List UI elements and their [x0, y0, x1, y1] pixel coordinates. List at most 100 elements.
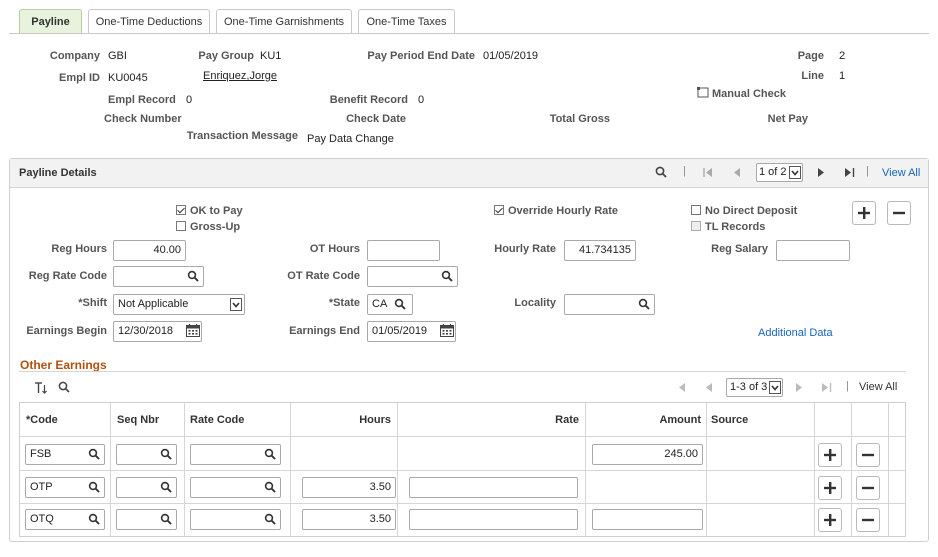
first-page-icon[interactable] [679, 383, 686, 392]
empl-record-value: 0 [186, 94, 193, 106]
net-pay-label: Net Pay [767, 113, 808, 125]
state-input[interactable]: CA [367, 294, 413, 315]
hours-input[interactable]: 3.50 [302, 509, 396, 530]
pay-period-label: Pay Period End Date [367, 50, 475, 62]
locality-label: Locality [514, 297, 556, 309]
view-all-link[interactable]: View All [882, 167, 920, 179]
add-earnings-row-button[interactable] [818, 508, 842, 532]
delete-earnings-row-button[interactable] [856, 476, 880, 500]
search-icon[interactable] [88, 481, 100, 493]
col-header-hours: Hours [359, 414, 391, 426]
next-page-icon[interactable] [818, 168, 825, 177]
search-icon[interactable] [160, 481, 172, 493]
hourly-rate-input[interactable]: 41.734135 [564, 240, 636, 261]
col-header-source: Source [711, 414, 749, 426]
page-select[interactable]: 1 of 2 [756, 163, 803, 182]
earnings-page-value: 1-3 of 3 [730, 381, 768, 393]
reg-salary-label: Reg Salary [711, 243, 768, 255]
code-value: OTP [30, 481, 53, 493]
add-earnings-row-button[interactable] [818, 476, 842, 500]
earnings-view-all-link[interactable]: View All [859, 381, 897, 393]
next-page-icon[interactable] [796, 383, 803, 392]
hourly-rate-label: Hourly Rate [494, 243, 556, 255]
rate-input[interactable] [409, 509, 578, 530]
delete-row-button[interactable] [887, 201, 911, 225]
grid-col-line [851, 403, 852, 536]
override-hourly-rate-checkbox[interactable]: Override Hourly Rate [494, 205, 618, 217]
pay-group-value: KU1 [260, 50, 282, 62]
chevron-down-icon [769, 381, 781, 394]
first-page-icon[interactable] [703, 168, 713, 177]
checkbox-icon [691, 205, 701, 215]
tab-one-time-taxes[interactable]: One-Time Taxes [358, 9, 455, 33]
tab-one-time-garnishments[interactable]: One-Time Garnishments [216, 9, 352, 33]
search-icon[interactable] [264, 513, 276, 525]
code-value: FSB [30, 448, 52, 460]
checkbox-disabled-icon [691, 221, 701, 231]
chevron-down-icon [789, 166, 801, 179]
additional-data-link[interactable]: Additional Data [758, 327, 833, 339]
last-page-icon[interactable] [822, 383, 832, 392]
sort-icon[interactable] [35, 382, 48, 394]
ot-rate-code-label: OT Rate Code [287, 270, 360, 282]
grid-col-line [888, 403, 889, 536]
tab-label: One-Time Taxes [366, 15, 447, 28]
search-icon[interactable] [88, 448, 100, 460]
search-icon[interactable] [638, 298, 650, 310]
grid-col-line [184, 403, 185, 536]
shift-select[interactable]: Not Applicable [113, 294, 245, 315]
grid-col-line [814, 403, 815, 536]
search-icon[interactable] [88, 513, 100, 525]
calendar-icon[interactable] [186, 324, 200, 337]
no-direct-deposit-checkbox[interactable]: No Direct Deposit [691, 205, 797, 217]
earnings-page-select[interactable]: 1-3 of 3 [726, 378, 783, 397]
search-icon[interactable] [441, 270, 453, 282]
previous-page-icon[interactable] [734, 168, 741, 177]
page-value: 2 [839, 50, 846, 62]
manual-check[interactable]: Manual Check [697, 87, 786, 100]
no-direct-deposit-label: No Direct Deposit [705, 205, 798, 217]
amount-input[interactable] [592, 509, 703, 530]
search-icon[interactable] [58, 381, 70, 393]
code-value: OTQ [30, 513, 54, 525]
search-icon[interactable] [187, 270, 199, 282]
tab-label: One-Time Garnishments [223, 15, 345, 28]
last-page-icon[interactable] [845, 168, 855, 177]
benefit-record-value: 0 [418, 94, 425, 106]
rate-input[interactable] [409, 477, 578, 498]
add-earnings-row-button[interactable] [818, 443, 842, 467]
tab-payline[interactable]: Payline [19, 9, 82, 33]
other-earnings-title: Other Earnings [20, 358, 107, 372]
gross-up-checkbox[interactable]: Gross-Up [176, 221, 240, 233]
col-header-rate-code: Rate Code [190, 414, 245, 426]
ok-to-pay-checkbox[interactable]: OK to Pay [176, 205, 243, 217]
search-icon[interactable] [264, 481, 276, 493]
earnings-end-value: 01/05/2019 [372, 325, 428, 337]
previous-page-icon[interactable] [706, 383, 713, 392]
amount-input[interactable]: 245.00 [592, 444, 703, 465]
grid-row-line [20, 470, 905, 471]
delete-earnings-row-button[interactable] [856, 508, 880, 532]
plus-icon [824, 482, 836, 494]
minus-icon [862, 453, 874, 457]
ot-hours-input[interactable] [367, 240, 440, 261]
minus-icon [862, 518, 874, 522]
hours-input[interactable]: 3.50 [302, 477, 396, 498]
search-icon[interactable] [160, 448, 172, 460]
plus-icon [824, 449, 836, 461]
calendar-icon[interactable] [440, 324, 454, 337]
total-gross-label: Total Gross [549, 113, 610, 125]
delete-earnings-row-button[interactable] [856, 443, 880, 467]
search-icon[interactable] [264, 448, 276, 460]
ok-to-pay-label: OK to Pay [190, 205, 243, 217]
tab-one-time-deductions[interactable]: One-Time Deductions [88, 9, 210, 33]
reg-hours-input[interactable]: 40.00 [113, 240, 186, 261]
search-icon[interactable] [160, 513, 172, 525]
search-icon[interactable] [655, 166, 667, 178]
col-header-amount: Amount [659, 414, 701, 426]
employee-name: Enriquez,Jorge [203, 70, 277, 82]
search-icon[interactable] [394, 298, 406, 310]
plus-icon [858, 207, 870, 219]
add-row-button[interactable] [852, 201, 876, 225]
reg-salary-input[interactable] [776, 240, 850, 261]
